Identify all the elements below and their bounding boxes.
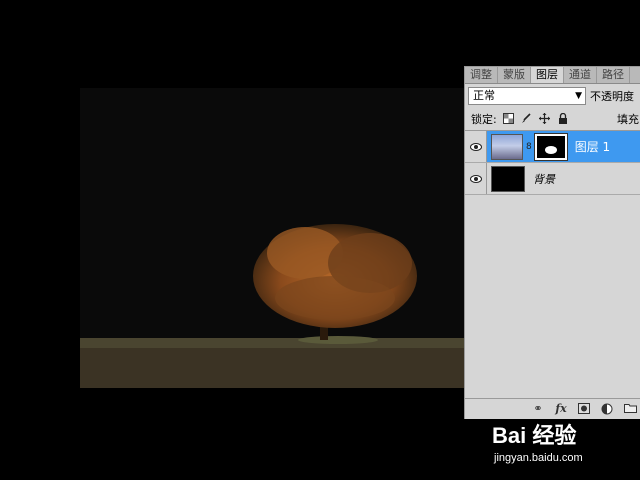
blend-row: 正常 ▼ 不透明度 [465,84,640,108]
layers-panel: 调整 蒙版 图层 通道 路径 正常 ▼ 不透明度 锁定: 填充 8 图层 1 背… [464,66,640,419]
tab-paths[interactable]: 路径 [597,67,630,83]
baidu-logo: Bai 经验 [492,423,577,448]
document-canvas[interactable] [80,88,464,388]
layer-thumbnail[interactable] [491,133,523,160]
tree-photo [80,88,464,388]
blend-mode-select[interactable]: 正常 ▼ [468,87,586,105]
tab-channels[interactable]: 通道 [564,67,597,83]
layer-mask-thumbnail[interactable] [533,132,568,161]
lock-position-move-icon[interactable] [539,113,551,125]
panel-tabs: 调整 蒙版 图层 通道 路径 [465,67,640,84]
layer-row-background[interactable]: 背景 [465,163,640,195]
visibility-eye-icon[interactable] [465,131,487,162]
fill-label: 填充 [617,113,639,126]
lock-row: 锁定: 填充 [465,108,640,131]
tab-layers[interactable]: 图层 [531,67,564,83]
background-thumbnail[interactable] [491,165,525,192]
tab-adjustments[interactable]: 调整 [465,67,498,83]
watermark-url: jingyan.baidu.com [494,452,583,464]
mask-link-chain-icon[interactable]: 8 [526,142,532,152]
visibility-eye-icon[interactable] [465,163,487,194]
lock-paint-brush-icon[interactable] [521,113,533,125]
layer-name[interactable]: 图层 1 [575,138,610,155]
layer-name[interactable]: 背景 [533,171,555,187]
baidu-jingyan-watermark: Bai 经验 jingyan.baidu.com [492,412,612,468]
lock-transparency-icon[interactable] [503,113,515,125]
tab-masks[interactable]: 蒙版 [498,67,531,83]
new-group-folder-icon[interactable] [623,403,637,415]
dropdown-arrow-icon: ▼ [575,91,582,101]
opacity-label: 不透明度 [590,90,634,103]
blend-mode-value: 正常 [473,89,495,102]
lock-all-padlock-icon[interactable] [557,112,569,125]
lock-label: 锁定: [471,113,497,126]
layer-row-layer1[interactable]: 8 图层 1 [465,131,640,163]
